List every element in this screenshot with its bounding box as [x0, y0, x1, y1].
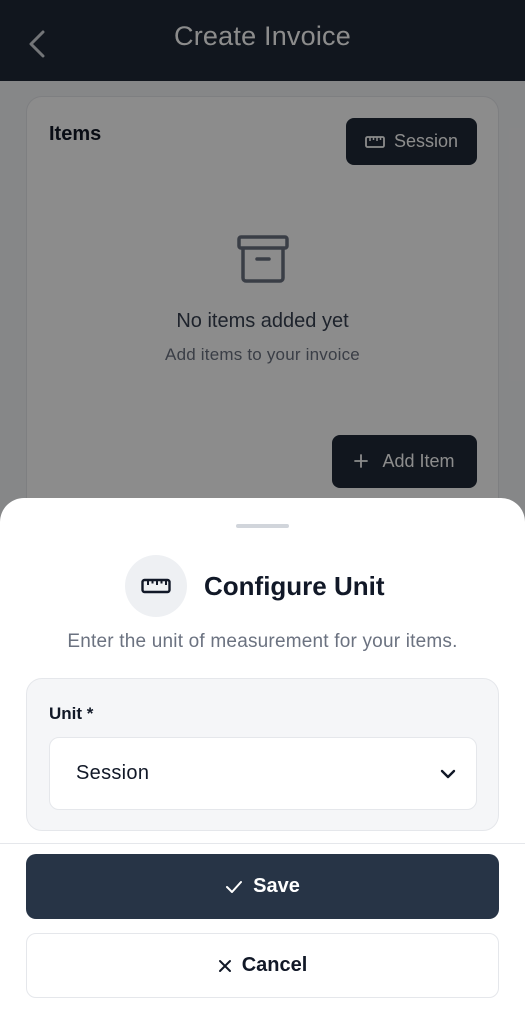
sheet-description: Enter the unit of measurement for your i… [67, 631, 458, 652]
cancel-label: Cancel [241, 954, 308, 976]
close-icon [218, 959, 232, 973]
create-invoice-screen: Create Invoice Items Session No items ad… [0, 0, 525, 1024]
unit-select[interactable]: Session [49, 737, 477, 810]
unit-select-value: Session [76, 762, 150, 784]
chevron-down-icon [440, 769, 456, 779]
cancel-button[interactable]: Cancel [26, 933, 499, 998]
sheet-title: Configure Unit [204, 571, 385, 601]
save-label: Save [253, 875, 300, 897]
sheet-drag-handle[interactable] [236, 524, 289, 528]
unit-form-card: Unit * Session [26, 678, 499, 831]
sheet-divider [0, 843, 525, 844]
configure-unit-sheet: Configure Unit Enter the unit of measure… [0, 498, 525, 1024]
unit-field-label: Unit * [49, 704, 94, 723]
check-icon [225, 880, 243, 894]
ruler-icon [125, 555, 187, 617]
save-button[interactable]: Save [26, 854, 499, 919]
